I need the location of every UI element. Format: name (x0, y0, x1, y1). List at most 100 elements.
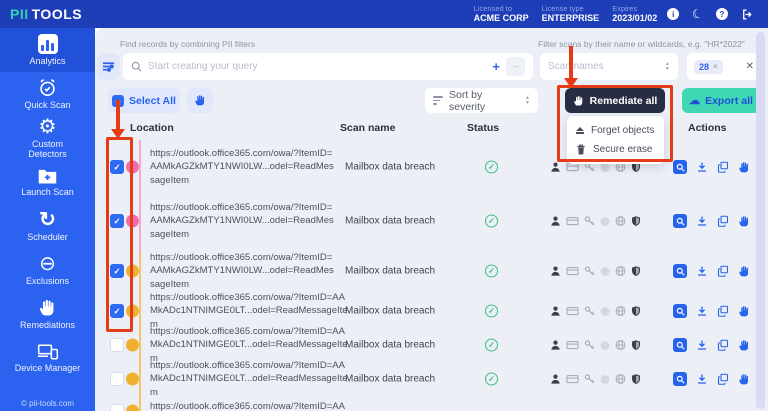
row-location[interactable]: https://outlook.office365.com/owa/?ItemI… (150, 147, 336, 187)
preview-icon[interactable] (673, 160, 687, 174)
row-checkbox[interactable]: ✓ (110, 214, 124, 228)
preview-icon[interactable] (673, 214, 687, 228)
row-location[interactable]: https://outlook.office365.com/owa/?ItemI… (150, 359, 350, 399)
pii-type-icons (550, 374, 641, 385)
row-checkbox[interactable]: ✓ (110, 160, 124, 174)
credit-card-icon (566, 216, 579, 227)
download-icon[interactable] (696, 339, 708, 351)
bar-chart-icon (37, 33, 58, 54)
dot-icon (600, 216, 610, 226)
chevron-updown-icon: ▲ ▼ (525, 95, 530, 106)
dot-icon (600, 374, 610, 384)
sidebar-item-device-manager[interactable]: Device Manager (0, 336, 95, 380)
clear-filters-icon[interactable]: ✕ (746, 61, 754, 72)
preview-icon[interactable] (673, 372, 687, 386)
result-count-chip[interactable]: 28 × (694, 59, 723, 74)
sidebar: Analytics Quick Scan ⚙ Custom Detectors … (0, 28, 95, 411)
sidebar-item-remediations[interactable]: Remediations (0, 292, 95, 336)
sidebar-item-analytics[interactable]: Analytics (0, 28, 95, 72)
sidebar-item-custom-detectors[interactable]: ⚙ Custom Detectors (0, 116, 95, 160)
sidebar-item-quick-scan[interactable]: Quick Scan (0, 72, 95, 116)
pii-type-icons (550, 340, 641, 351)
hand-icon[interactable] (738, 161, 751, 174)
export-all-button[interactable]: ☁ Export all (682, 88, 760, 113)
severity-dot (126, 214, 139, 228)
status-ok-icon: ✓ (485, 304, 498, 318)
preview-icon[interactable] (673, 264, 687, 278)
copy-icon[interactable] (717, 373, 729, 385)
row-checkbox[interactable] (110, 404, 124, 411)
filter-presets-button[interactable] (97, 53, 120, 80)
preview-icon[interactable] (673, 338, 687, 352)
remediate-all-button[interactable]: Remediate all (565, 88, 665, 113)
license-info: Licensed to ACME CORP License type ENTER… (474, 4, 658, 24)
download-icon[interactable] (696, 305, 708, 317)
select-all-button[interactable]: – Select All (108, 88, 180, 113)
help-icon[interactable]: ? (716, 8, 728, 20)
sort-select[interactable]: Sort by severity ▲ ▼ (425, 88, 538, 113)
row-checkbox[interactable]: ✓ (110, 264, 124, 278)
trash-icon (576, 144, 586, 155)
row-checkbox[interactable] (110, 372, 124, 386)
query-input[interactable]: Start creating your query + − (123, 53, 533, 80)
remediate-selected-button[interactable] (187, 88, 213, 113)
table-row: ✓ https://outlook.office365.com/owa/?Ite… (95, 140, 768, 194)
sidebar-item-launch-scan[interactable]: Launch Scan (0, 160, 95, 204)
app-header: PII TOOLS Licensed to ACME CORP License … (0, 0, 768, 28)
key-icon (584, 374, 595, 385)
menu-item-forget-objects[interactable]: Forget objects (567, 121, 664, 140)
row-location[interactable]: https://outlook.office365.com/owa/?ItemI… (150, 251, 336, 291)
globe-icon (615, 216, 626, 227)
row-checkbox[interactable]: ✓ (110, 304, 124, 318)
severity-dot (126, 160, 139, 174)
sidebar-item-exclusions[interactable]: ⊖ Exclusions (0, 248, 95, 292)
preview-icon[interactable] (673, 304, 687, 318)
download-icon[interactable] (696, 265, 708, 277)
license-type: License type ENTERPRISE (541, 4, 600, 24)
hand-icon[interactable] (738, 305, 751, 318)
remediate-dropdown-menu: Forget objects Secure erase (567, 116, 664, 164)
row-scan-name: Mailbox data breach (345, 373, 436, 385)
copy-icon[interactable] (717, 305, 729, 317)
key-icon (584, 216, 595, 227)
copy-icon[interactable] (717, 265, 729, 277)
severity-dot (126, 338, 139, 352)
person-icon (550, 374, 561, 385)
hand-icon[interactable] (738, 265, 751, 278)
app-logo: PII TOOLS (10, 6, 82, 22)
copy-icon[interactable] (717, 161, 729, 173)
row-location[interactable]: https://outlook.office365.com/owa/?ItemI… (150, 201, 336, 241)
menu-item-secure-erase[interactable]: Secure erase (567, 140, 664, 159)
copy-icon[interactable] (717, 215, 729, 227)
sync-icon: ↻ (39, 208, 56, 231)
dark-mode-icon[interactable]: ☾ (691, 6, 705, 22)
hand-icon[interactable] (738, 373, 751, 386)
copy-icon[interactable] (717, 339, 729, 351)
status-ok-icon: ✓ (485, 214, 498, 228)
annotation-arrowhead-checkboxes (110, 129, 125, 139)
add-filter-button[interactable]: + (492, 59, 500, 74)
hand-icon[interactable] (738, 215, 751, 228)
globe-icon (615, 266, 626, 277)
hand-icon[interactable] (738, 339, 751, 352)
dot-icon (600, 306, 610, 316)
download-icon[interactable] (696, 161, 708, 173)
credit-card-icon (566, 374, 579, 385)
table-row: https://outlook.office365.com/owa/?ItemI… (95, 359, 768, 399)
scrollbar[interactable] (756, 32, 765, 409)
query-placeholder: Start creating your query (148, 61, 258, 72)
remove-chip-icon[interactable]: × (713, 62, 718, 71)
row-location[interactable]: https://outlook.office365.com/owa/?ItemI… (150, 400, 350, 411)
download-icon[interactable] (696, 215, 708, 227)
row-checkbox[interactable] (110, 338, 124, 352)
info-icon[interactable]: i (667, 8, 680, 20)
scan-names-select[interactable]: Scan names ▲ ▼ (540, 53, 678, 80)
sidebar-item-scheduler[interactable]: ↻ Scheduler (0, 204, 95, 248)
main-content: Find records by combining PII filters Fi… (95, 28, 768, 411)
query-builder-label: Find records by combining PII filters (120, 39, 256, 49)
globe-icon (615, 306, 626, 317)
logout-icon[interactable] (741, 8, 754, 21)
remove-filter-button[interactable]: − (506, 57, 525, 76)
download-icon[interactable] (696, 373, 708, 385)
circle-minus-icon: ⊖ (39, 252, 56, 275)
